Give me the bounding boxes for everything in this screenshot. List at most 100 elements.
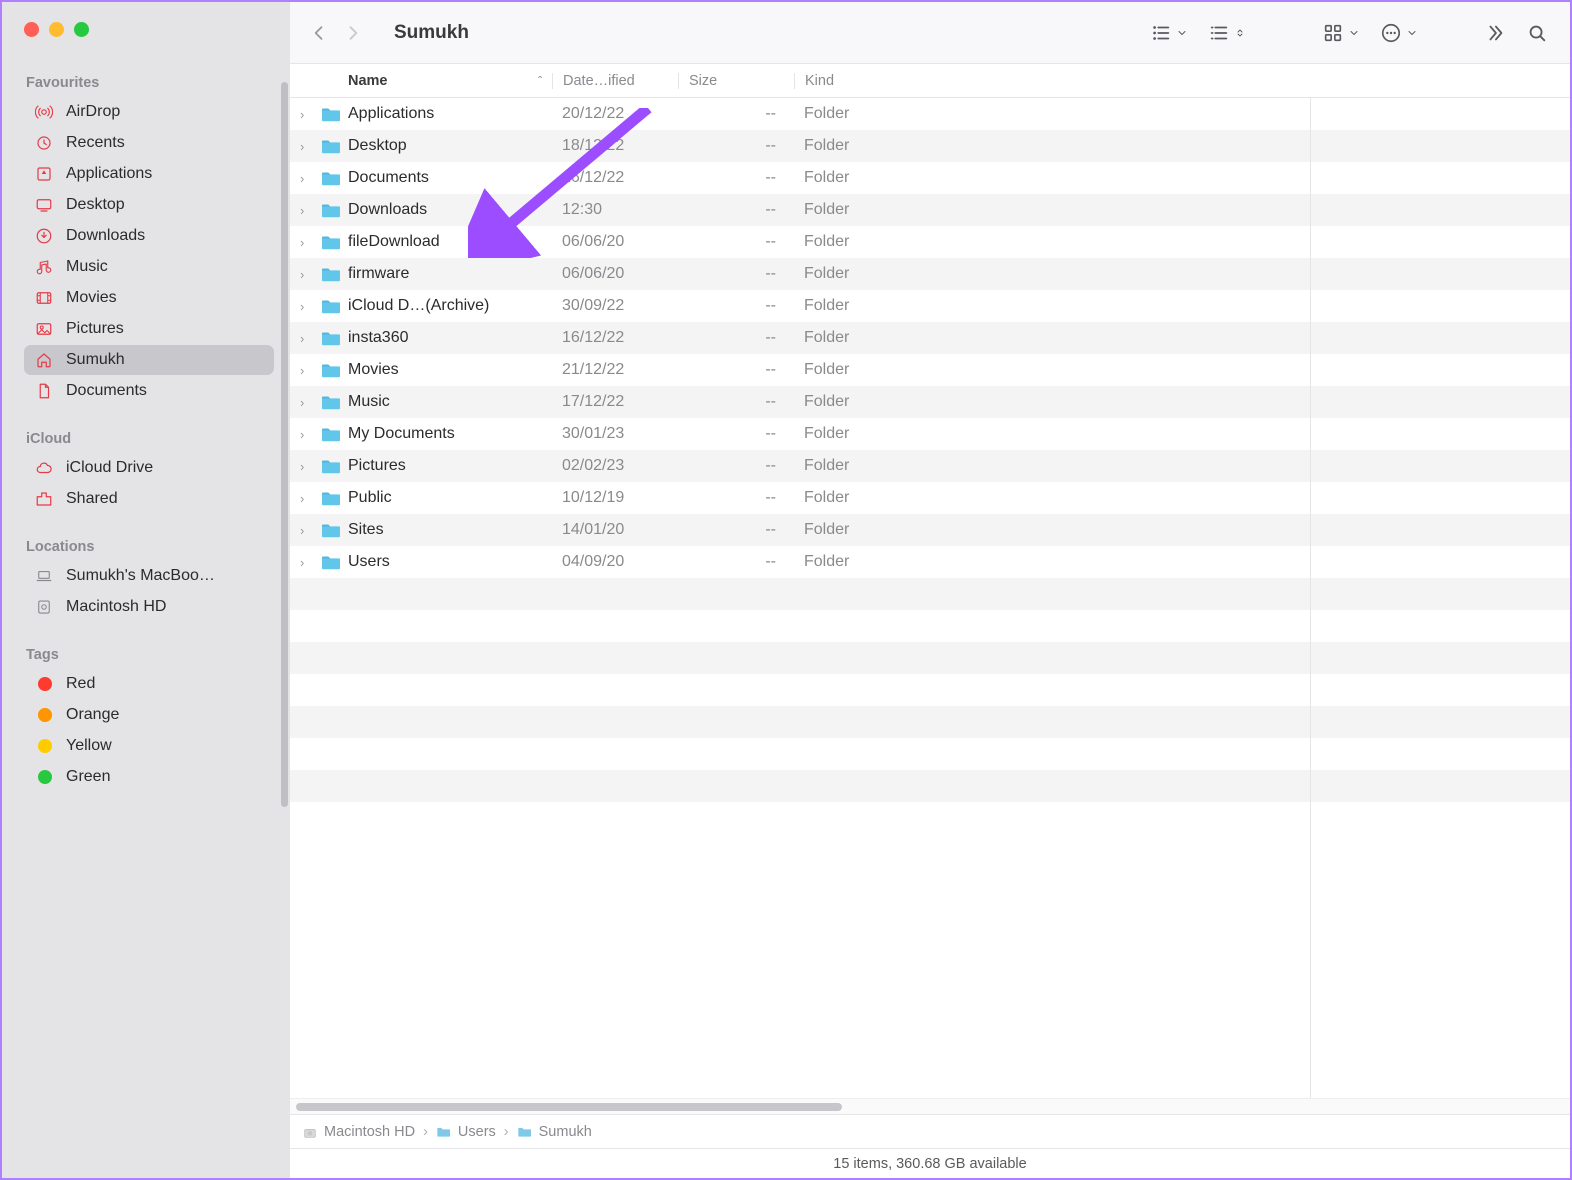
sidebar-item-shared[interactable]: Shared: [24, 484, 274, 514]
search-button[interactable]: [1526, 22, 1548, 44]
sidebar-item-yellow[interactable]: Yellow: [24, 731, 274, 761]
sidebar-item-orange[interactable]: Orange: [24, 700, 274, 730]
disclosure-triangle-icon[interactable]: ›: [300, 331, 314, 346]
sidebar-item-label: Sumukh's MacBoo…: [66, 567, 215, 585]
column-header-kind[interactable]: Kind: [794, 73, 880, 89]
folder-icon: [320, 329, 342, 347]
sidebar-item-label: Green: [66, 768, 110, 786]
file-kind: Folder: [794, 553, 880, 571]
file-row[interactable]: ›iCloud D…(Archive)30/09/22--Folder: [290, 290, 1570, 322]
file-size: --: [678, 297, 794, 315]
breadcrumb-item[interactable]: Sumukh: [517, 1124, 592, 1140]
file-row[interactable]: ›Downloads12:30--Folder: [290, 194, 1570, 226]
disclosure-triangle-icon[interactable]: ›: [300, 107, 314, 122]
sidebar-item-movies[interactable]: Movies: [24, 283, 274, 313]
disclosure-triangle-icon[interactable]: ›: [300, 171, 314, 186]
forward-button[interactable]: [338, 18, 368, 48]
empty-row: [290, 770, 1570, 802]
column-header-size[interactable]: Size: [678, 73, 794, 89]
file-row[interactable]: ›Documents16/12/22--Folder: [290, 162, 1570, 194]
disclosure-triangle-icon[interactable]: ›: [300, 203, 314, 218]
sidebar-item-pictures[interactable]: Pictures: [24, 314, 274, 344]
sidebar-item-documents[interactable]: Documents: [24, 376, 274, 406]
empty-row: [290, 642, 1570, 674]
disclosure-triangle-icon[interactable]: ›: [300, 491, 314, 506]
disclosure-triangle-icon[interactable]: ›: [300, 267, 314, 282]
file-kind: Folder: [794, 361, 880, 379]
file-row[interactable]: ›Music17/12/22--Folder: [290, 386, 1570, 418]
sidebar-item-icloud-drive[interactable]: iCloud Drive: [24, 453, 274, 483]
file-name: firmware: [348, 265, 409, 283]
file-row[interactable]: ›fileDownload06/06/20--Folder: [290, 226, 1570, 258]
back-button[interactable]: [304, 18, 334, 48]
disclosure-triangle-icon[interactable]: ›: [300, 235, 314, 250]
sidebar-item-downloads[interactable]: Downloads: [24, 221, 274, 251]
sidebar-heading: iCloud: [26, 431, 274, 447]
sidebar-item-music[interactable]: Music: [24, 252, 274, 282]
sidebar-item-desktop[interactable]: Desktop: [24, 190, 274, 220]
sidebar-item-sumukh-s-macboo-[interactable]: Sumukh's MacBoo…: [24, 561, 274, 591]
file-size: --: [678, 553, 794, 571]
overflow-button[interactable]: [1484, 22, 1506, 44]
sidebar-scrollbar[interactable]: [281, 82, 288, 807]
disclosure-triangle-icon[interactable]: ›: [300, 459, 314, 474]
file-row[interactable]: ›Sites14/01/20--Folder: [290, 514, 1570, 546]
file-name: Sites: [348, 521, 384, 539]
sidebar-item-sumukh[interactable]: Sumukh: [24, 345, 274, 375]
file-row[interactable]: ›firmware06/06/20--Folder: [290, 258, 1570, 290]
file-row[interactable]: ›insta36016/12/22--Folder: [290, 322, 1570, 354]
breadcrumb-item[interactable]: Users: [436, 1124, 496, 1140]
sidebar-item-recents[interactable]: Recents: [24, 128, 274, 158]
file-kind: Folder: [794, 169, 880, 187]
sidebar-item-label: Sumukh: [66, 351, 125, 369]
file-size: --: [678, 201, 794, 219]
disclosure-triangle-icon[interactable]: ›: [300, 427, 314, 442]
file-name: Desktop: [348, 137, 407, 155]
disclosure-triangle-icon[interactable]: ›: [300, 555, 314, 570]
sidebar-item-label: Downloads: [66, 227, 145, 245]
minimize-window-button[interactable]: [49, 22, 64, 37]
window-title: Sumukh: [394, 22, 469, 44]
sidebar-item-macintosh-hd[interactable]: Macintosh HD: [24, 592, 274, 622]
folder-icon: [320, 201, 342, 219]
sidebar-item-label: Pictures: [66, 320, 124, 338]
fullscreen-window-button[interactable]: [74, 22, 89, 37]
disclosure-triangle-icon[interactable]: ›: [300, 299, 314, 314]
disclosure-triangle-icon[interactable]: ›: [300, 139, 314, 154]
tag-dot-icon: [34, 767, 54, 787]
column-header-date[interactable]: Date…ified: [552, 73, 678, 89]
file-row[interactable]: ›Desktop18/12/22--Folder: [290, 130, 1570, 162]
sidebar-item-red[interactable]: Red: [24, 669, 274, 699]
file-row[interactable]: ›Users04/09/20--Folder: [290, 546, 1570, 578]
file-row[interactable]: ›Movies21/12/22--Folder: [290, 354, 1570, 386]
file-row[interactable]: ›Applications20/12/22--Folder: [290, 98, 1570, 130]
sidebar-item-airdrop[interactable]: AirDrop: [24, 97, 274, 127]
file-row[interactable]: ›My Documents30/01/23--Folder: [290, 418, 1570, 450]
horizontal-scrollbar[interactable]: [290, 1098, 1570, 1114]
breadcrumb-item[interactable]: Macintosh HD: [302, 1124, 415, 1140]
actions-button[interactable]: [1380, 22, 1418, 44]
file-kind: Folder: [794, 105, 880, 123]
file-row[interactable]: ›Public10/12/19--Folder: [290, 482, 1570, 514]
disclosure-triangle-icon[interactable]: ›: [300, 395, 314, 410]
home-icon: [34, 350, 54, 370]
group-by-button[interactable]: [1150, 22, 1188, 44]
sidebar-item-label: iCloud Drive: [66, 459, 153, 477]
file-kind: Folder: [794, 233, 880, 251]
breadcrumb-label: Sumukh: [539, 1124, 592, 1140]
disclosure-triangle-icon[interactable]: ›: [300, 363, 314, 378]
file-name: Downloads: [348, 201, 427, 219]
sidebar-item-applications[interactable]: Applications: [24, 159, 274, 189]
file-kind: Folder: [794, 393, 880, 411]
close-window-button[interactable]: [24, 22, 39, 37]
view-as-list-button[interactable]: [1208, 22, 1246, 44]
icon-view-button[interactable]: [1322, 22, 1360, 44]
file-date: 02/02/23: [552, 457, 678, 475]
sidebar-item-green[interactable]: Green: [24, 762, 274, 792]
file-date: 30/01/23: [552, 425, 678, 443]
file-row[interactable]: ›Pictures02/02/23--Folder: [290, 450, 1570, 482]
disclosure-triangle-icon[interactable]: ›: [300, 523, 314, 538]
apps-icon: [34, 164, 54, 184]
column-header-name[interactable]: Nameˆ: [290, 73, 552, 89]
sidebar-item-label: Desktop: [66, 196, 125, 214]
